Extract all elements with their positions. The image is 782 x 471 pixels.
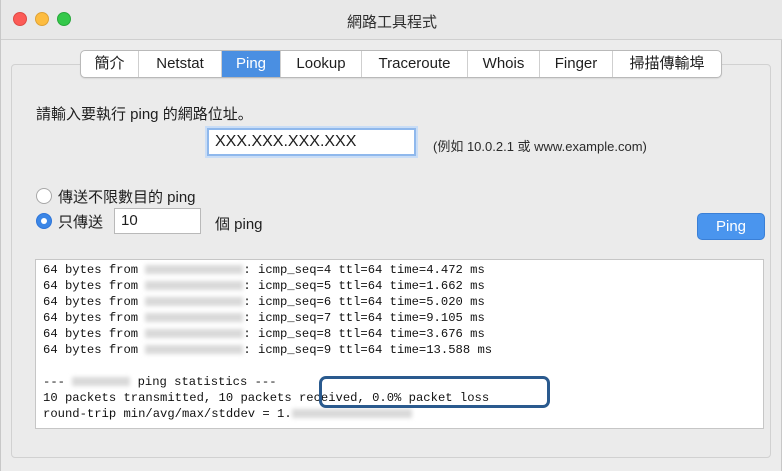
output-line: 64 bytes from : icmp_seq=4 ttl=64 time=4…	[43, 262, 485, 278]
output-line: 64 bytes from : icmp_seq=6 ttl=64 time=5…	[43, 294, 485, 310]
output-prefix: 64 bytes from	[43, 311, 146, 325]
tab-port-scan[interactable]: 掃描傳輸埠	[613, 51, 721, 77]
output-prefix: 64 bytes from	[43, 279, 146, 293]
radio-unlimited-label: 傳送不限數目的 ping	[58, 188, 196, 206]
address-prompt-label: 請輸入要執行 ping 的網路位址。	[36, 106, 253, 123]
output-prefix: 64 bytes from	[43, 343, 146, 357]
roundtrip-prefix: round-trip min/avg/max/stddev = 1.	[43, 407, 292, 421]
radio-unlimited[interactable]	[36, 188, 52, 204]
redacted-ip	[145, 281, 244, 291]
network-utility-window: 網路工具程式 簡介 Netstat Ping Lookup Traceroute…	[0, 0, 782, 471]
output-stats-header: --- ping statistics ---	[43, 374, 277, 390]
title-bar: 網路工具程式	[1, 0, 782, 40]
output-suffix: : icmp_seq=5 ttl=64 time=1.662 ms	[243, 279, 485, 293]
radio-limited-label: 只傳送	[58, 213, 104, 231]
output-suffix: : icmp_seq=8 ttl=64 time=3.676 ms	[243, 327, 485, 341]
tab-ping[interactable]: Ping	[222, 51, 281, 77]
address-input[interactable]: XXX.XXX.XXX.XXX	[207, 128, 416, 156]
output-suffix: : icmp_seq=9 ttl=64 time=13.588 ms	[243, 343, 493, 357]
output-prefix: 64 bytes from	[43, 327, 146, 341]
tab-traceroute[interactable]: Traceroute	[362, 51, 468, 77]
output-line: 64 bytes from : icmp_seq=8 ttl=64 time=3…	[43, 326, 485, 342]
redacted-ip	[145, 313, 244, 323]
tab-info[interactable]: 簡介	[81, 51, 139, 77]
redacted-ip	[145, 345, 244, 355]
redacted-ip	[145, 329, 244, 339]
stats-suffix: ping statistics ---	[130, 375, 277, 389]
ping-button[interactable]: Ping	[697, 213, 765, 240]
redacted-ip	[145, 297, 244, 307]
radio-unlimited-option[interactable]: 傳送不限數目的 ping	[36, 186, 196, 206]
output-prefix: 64 bytes from	[43, 295, 146, 309]
tab-netstat[interactable]: Netstat	[139, 51, 222, 77]
redacted-values	[291, 409, 412, 419]
ping-count-unit: 個 ping	[215, 216, 263, 233]
output-roundtrip-line: round-trip min/avg/max/stddev = 1.	[43, 406, 412, 422]
output-suffix: : icmp_seq=7 ttl=64 time=9.105 ms	[243, 311, 485, 325]
output-prefix: 64 bytes from	[43, 263, 146, 277]
radio-limited-option[interactable]: 只傳送	[36, 211, 103, 231]
redacted-ip	[145, 265, 244, 275]
radio-limited[interactable]	[36, 213, 52, 229]
ping-count-input[interactable]: 10	[114, 208, 201, 234]
output-line: 64 bytes from : icmp_seq=5 ttl=64 time=1…	[43, 278, 485, 294]
output-suffix: : icmp_seq=6 ttl=64 time=5.020 ms	[243, 295, 485, 309]
output-line: 64 bytes from : icmp_seq=7 ttl=64 time=9…	[43, 310, 485, 326]
stats-prefix: ---	[43, 375, 73, 389]
output-suffix: : icmp_seq=4 ttl=64 time=4.472 ms	[243, 263, 485, 277]
address-example-hint: (例如 10.0.2.1 或 www.example.com)	[433, 139, 647, 154]
output-line: 64 bytes from : icmp_seq=9 ttl=64 time=1…	[43, 342, 492, 358]
tab-whois[interactable]: Whois	[468, 51, 540, 77]
tab-bar: 簡介 Netstat Ping Lookup Traceroute Whois …	[80, 50, 722, 78]
window-title: 網路工具程式	[346, 14, 437, 31]
packet-loss-highlight-box	[319, 376, 550, 408]
tab-finger[interactable]: Finger	[540, 51, 613, 77]
redacted-host	[72, 377, 131, 387]
tab-lookup[interactable]: Lookup	[281, 51, 362, 77]
